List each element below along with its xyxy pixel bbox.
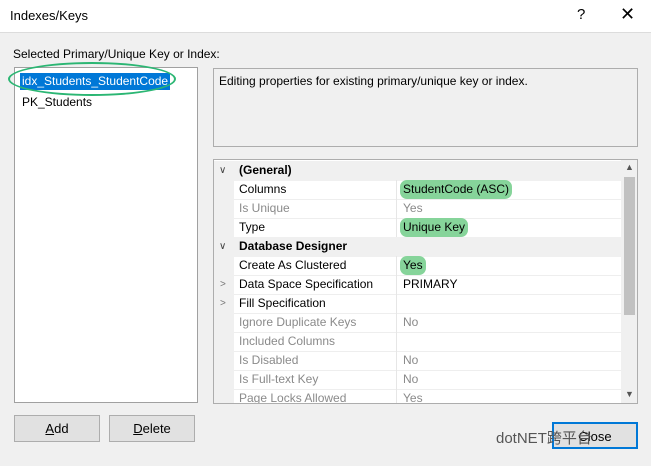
category-general[interactable]: ∨ (General): [214, 161, 621, 181]
collapse-icon[interactable]: ∨: [219, 161, 226, 180]
property-name: Fill Specification: [239, 296, 326, 310]
property-row-page-locks-allowed[interactable]: Page Locks Allowed Yes: [214, 389, 621, 404]
property-value[interactable]: PRIMARY: [400, 275, 460, 294]
property-name: Ignore Duplicate Keys: [239, 315, 357, 329]
property-row-is-full-text-key[interactable]: Is Full-text Key No: [214, 370, 621, 390]
property-name: Data Space Specification: [239, 277, 374, 291]
property-row-create-as-clustered[interactable]: Create As Clustered Yes: [214, 256, 621, 276]
property-row-included-columns[interactable]: Included Columns: [214, 332, 621, 352]
property-name: Type: [239, 220, 266, 234]
property-row-fill-specification[interactable]: > Fill Specification: [214, 294, 621, 314]
property-name: Create As Clustered: [239, 258, 347, 272]
window-title: Indexes/Keys: [10, 8, 89, 23]
property-name: Included Columns: [239, 334, 336, 348]
property-row-is-disabled[interactable]: Is Disabled No: [214, 351, 621, 371]
property-value[interactable]: StudentCode (ASC): [400, 180, 513, 199]
description-box: Editing properties for existing primary/…: [213, 68, 638, 147]
highlight-circle: [8, 62, 176, 96]
property-row-ignore-duplicate-keys[interactable]: Ignore Duplicate Keys No: [214, 313, 621, 333]
property-value[interactable]: Unique Key: [400, 218, 469, 237]
watermark: dotNET跨平台: [496, 430, 592, 447]
expand-icon[interactable]: >: [220, 294, 226, 313]
property-value: No: [403, 372, 419, 386]
property-name: Columns: [239, 182, 287, 196]
scroll-down-icon[interactable]: ▼: [625, 389, 634, 399]
property-row-type[interactable]: Type Unique Key: [214, 218, 621, 238]
collapse-icon[interactable]: ∨: [219, 237, 226, 256]
close-icon[interactable]: ✕: [620, 4, 635, 25]
property-value: Yes: [403, 391, 423, 404]
list-item-pk-students[interactable]: PK_Students: [20, 94, 94, 111]
delete-button[interactable]: Delete: [109, 415, 195, 442]
category-label: (General): [239, 163, 292, 177]
index-list-label: Selected Primary/Unique Key or Index:: [13, 47, 220, 61]
add-button-label: dd: [54, 421, 69, 436]
expand-icon[interactable]: >: [220, 275, 226, 294]
property-value: No: [403, 353, 419, 367]
property-value: Yes: [403, 201, 423, 215]
index-list[interactable]: idx_Students_StudentCode PK_Students: [14, 67, 198, 403]
scrollbar-thumb[interactable]: [624, 177, 635, 315]
property-grid[interactable]: ∨ (General) Columns StudentCode (ASC) Is…: [213, 159, 638, 404]
property-name: Is Disabled: [239, 353, 299, 367]
property-value: No: [403, 315, 419, 329]
scroll-up-icon[interactable]: ▲: [625, 162, 634, 172]
category-label: Database Designer: [239, 239, 348, 253]
property-row-data-space-specification[interactable]: > Data Space Specification PRIMARY: [214, 275, 621, 295]
property-name: Is Full-text Key: [239, 372, 319, 386]
delete-button-label: elete: [142, 421, 171, 436]
property-name: Page Locks Allowed: [239, 391, 347, 404]
vertical-scrollbar[interactable]: ▲ ▼: [621, 160, 637, 403]
property-row-is-unique[interactable]: Is Unique Yes: [214, 199, 621, 219]
property-value[interactable]: Yes: [400, 256, 426, 275]
add-button[interactable]: Add: [14, 415, 100, 442]
property-row-columns[interactable]: Columns StudentCode (ASC): [214, 180, 621, 200]
help-icon[interactable]: ?: [577, 6, 585, 23]
property-name: Is Unique: [239, 201, 290, 215]
title-bar: Indexes/Keys ? ✕: [0, 0, 651, 33]
add-button-mnemonic: A: [45, 421, 55, 436]
delete-button-mnemonic: D: [133, 421, 143, 436]
category-database-designer[interactable]: ∨ Database Designer: [214, 237, 621, 257]
